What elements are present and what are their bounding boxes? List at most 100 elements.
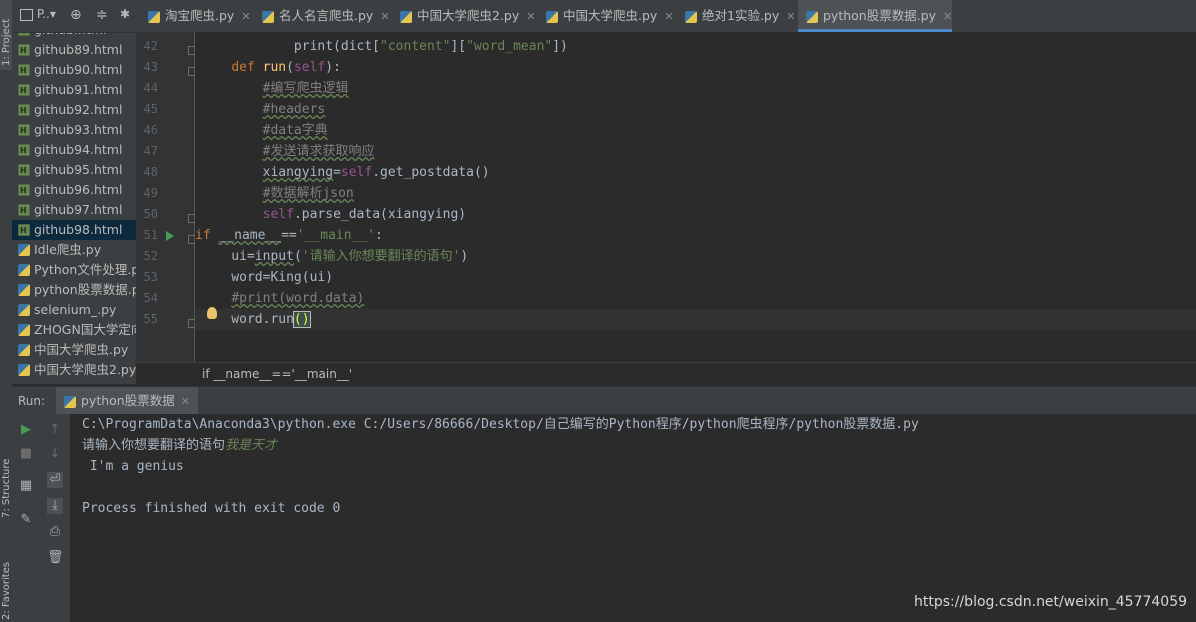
code-line: #data字典	[262, 123, 328, 138]
line-number: 43	[143, 60, 158, 74]
html-file-icon	[18, 101, 30, 120]
file-item[interactable]: 中国大学爬虫2.py	[12, 360, 136, 380]
file-item[interactable]: github94.html	[12, 140, 136, 160]
file-item[interactable]: python股票数据.py	[12, 280, 136, 300]
breadcrumb[interactable]: if __name__=='__main__'	[136, 362, 1196, 387]
line-number: 55	[143, 312, 158, 326]
editor-tab[interactable]: 绝对1实验.py ✕	[677, 0, 795, 32]
collapse-icon[interactable]: ≑	[96, 7, 108, 23]
up-arrow-icon[interactable]: ↑	[47, 422, 63, 438]
editor-tab[interactable]: 淘宝爬虫.py ✕	[140, 0, 251, 32]
close-icon[interactable]: ✕	[380, 10, 389, 23]
line-number: 45	[143, 102, 158, 116]
close-icon[interactable]: ✕	[526, 10, 535, 23]
code-line: #数据解析json	[262, 186, 354, 201]
stop-icon[interactable]: ■	[18, 446, 34, 462]
project-toolbar: P..▾ ⊕ ≑ ✱	[12, 0, 136, 33]
python-file-icon	[18, 264, 30, 276]
gear-icon[interactable]: ✱	[120, 7, 130, 21]
python-file-icon	[64, 395, 76, 408]
file-item[interactable]: 中国大学爬虫.py	[12, 340, 136, 360]
line-number: 52	[143, 249, 158, 263]
code-line: #headers	[262, 102, 326, 117]
console-output[interactable]: C:\ProgramData\Anaconda3\python.exe C:/U…	[70, 414, 1196, 622]
editor-tab[interactable]: python股票数据.py ✕	[798, 0, 952, 32]
lightbulb-icon[interactable]	[207, 307, 217, 319]
file-item[interactable]: github92.html	[12, 100, 136, 120]
line-number: 47	[143, 144, 158, 158]
python-file-icon	[18, 284, 30, 296]
file-item[interactable]: github89.html	[12, 40, 136, 60]
print-icon[interactable]: ⎙	[47, 524, 63, 540]
file-name: github94.html	[34, 142, 123, 157]
close-icon[interactable]: ✕	[943, 10, 952, 23]
current-line-highlight	[195, 309, 1196, 330]
rerun-icon[interactable]: ▶	[18, 422, 34, 438]
python-file-icon	[18, 304, 30, 316]
line-number: 50	[143, 207, 158, 221]
code-line: word=King(ui)	[200, 270, 334, 285]
tab-label: python股票数据.py	[823, 8, 937, 23]
run-config-tab[interactable]: python股票数据 ✕	[56, 387, 198, 415]
line-number: 46	[143, 123, 158, 137]
file-item[interactable]: github96.html	[12, 180, 136, 200]
watermark: https://blog.csdn.net/weixin_45774059	[914, 594, 1188, 610]
html-file-icon	[18, 61, 30, 80]
project-panel: github.htmlgithub89.htmlgithub90.htmlgit…	[12, 0, 136, 384]
file-item[interactable]: github95.html	[12, 160, 136, 180]
editor-tab[interactable]: 名人名言爬虫.py ✕	[254, 0, 390, 32]
pin-icon[interactable]: ✎	[18, 512, 34, 528]
file-item[interactable]: ZHOGN国大学定向	[12, 320, 136, 340]
file-item[interactable]: github90.html	[12, 60, 136, 80]
html-file-icon	[18, 201, 30, 220]
file-name: github91.html	[34, 82, 123, 97]
trash-icon[interactable]: 🗑	[47, 550, 64, 566]
line-number: 48	[143, 165, 158, 179]
run-gutter-icon[interactable]	[166, 231, 174, 241]
file-name: 中国大学爬虫.py	[34, 342, 129, 357]
code-line: if __name__=='__main__':	[195, 228, 383, 243]
file-name: github98.html	[34, 222, 123, 237]
down-arrow-icon[interactable]: ↓	[47, 446, 63, 462]
editor-tab[interactable]: 中国大学爬虫.py ✕	[538, 0, 674, 32]
file-item[interactable]: github93.html	[12, 120, 136, 140]
python-file-icon	[400, 10, 412, 23]
python-file-icon	[18, 244, 30, 256]
close-icon[interactable]: ✕	[664, 10, 673, 23]
editor-tab[interactable]: 中国大学爬虫2.py ✕	[392, 0, 535, 32]
html-file-icon	[18, 161, 30, 180]
run-tool-header: Run: python股票数据 ✕	[12, 386, 1196, 416]
close-icon[interactable]: ✕	[181, 395, 190, 408]
scroll-to-end-icon[interactable]: ⤓	[47, 498, 63, 514]
structure-tool-tab[interactable]: 7: Structure	[0, 420, 12, 520]
project-tool-tab[interactable]: 1: Project	[0, 0, 12, 70]
close-icon[interactable]: ✕	[786, 10, 795, 23]
file-name: github97.html	[34, 202, 123, 217]
file-name: Idle爬虫.py	[34, 242, 102, 257]
console-output-line: I'm a genius	[82, 459, 184, 474]
file-item[interactable]: selenium_.py	[12, 300, 136, 320]
code-line: ui=input('请输入你想要翻译的语句')	[200, 249, 469, 264]
layout-icon[interactable]: ▦	[18, 478, 34, 494]
file-name: python股票数据.py	[34, 282, 136, 297]
favorites-tool-tab[interactable]: 2: Favorites	[0, 540, 12, 622]
code-line: #编写爬虫逻辑	[262, 81, 349, 96]
file-name: Python文件处理.py	[34, 262, 136, 277]
file-item[interactable]: Idle爬虫.py	[12, 240, 136, 260]
file-item[interactable]: github98.html	[12, 220, 136, 240]
file-name: 中国大学爬虫2.py	[34, 362, 136, 377]
close-icon[interactable]: ✕	[241, 10, 250, 23]
tab-label: 淘宝爬虫.py	[165, 8, 235, 23]
code-line: xiangying=self.get_postdata()	[262, 165, 490, 180]
project-view-selector[interactable]: P..▾	[20, 7, 56, 21]
python-file-icon	[148, 10, 160, 23]
python-file-icon	[18, 364, 30, 376]
target-icon[interactable]: ⊕	[70, 7, 82, 23]
file-item[interactable]: Python文件处理.py	[12, 260, 136, 280]
file-item[interactable]: github91.html	[12, 80, 136, 100]
soft-wrap-icon[interactable]: ⏎	[47, 472, 63, 488]
code-editor[interactable]: print(dict["content"]["word_mean"]) def …	[195, 32, 1196, 362]
tab-label: 中国大学爬虫2.py	[417, 8, 520, 23]
project-icon	[20, 8, 33, 21]
file-item[interactable]: github97.html	[12, 200, 136, 220]
